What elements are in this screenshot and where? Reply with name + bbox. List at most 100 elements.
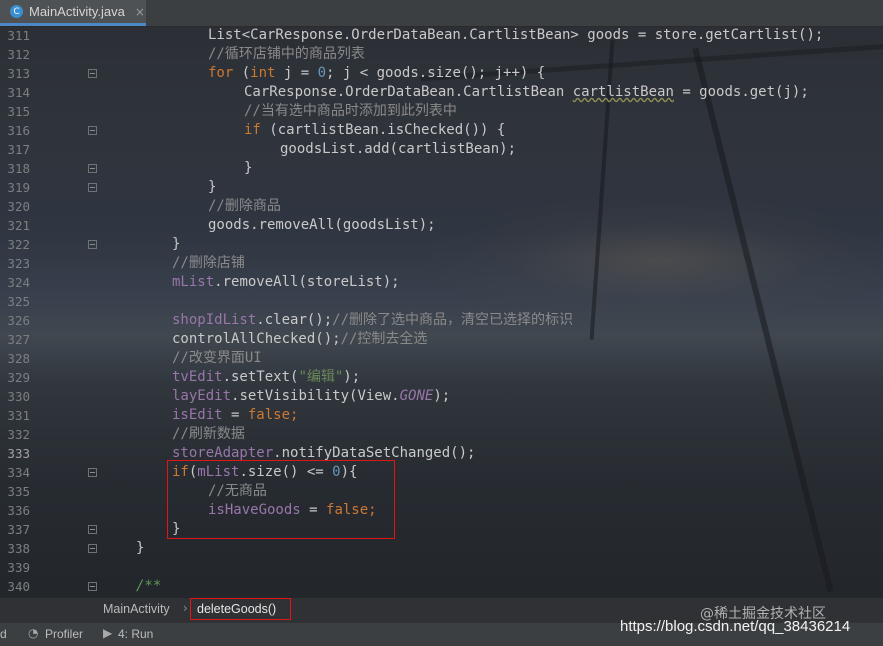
line-number: 322 <box>7 237 30 252</box>
code-line-327: controlAllChecked();//控制去全选 <box>172 330 427 349</box>
line-number: 329 <box>7 370 30 385</box>
line-number: 327 <box>7 332 30 347</box>
number-literal: 0 <box>317 65 327 81</box>
code-text: controlAllChecked(); <box>172 331 341 347</box>
code-line-326: shopIdList.clear();//删除了选中商品，清空已选择的标识 <box>172 311 573 330</box>
code-text: ; j < goods.size(); j++) { <box>326 65 546 81</box>
fold-marker-icon[interactable] <box>88 544 97 553</box>
line-number: 314 <box>7 85 30 100</box>
code-line-329: tvEdit.setText("编辑"); <box>172 368 360 387</box>
comment: //删除了选中商品，清空已选择的标识 <box>332 312 574 328</box>
comment: //控制去全选 <box>340 331 428 347</box>
code-line-312: //循环店铺中的商品列表 <box>208 46 365 62</box>
line-number: 326 <box>7 313 30 328</box>
code-text: j = <box>275 65 318 81</box>
line-number: 317 <box>7 142 30 157</box>
field-name: mList <box>172 274 215 290</box>
line-number: 331 <box>7 408 30 423</box>
line-number: 323 <box>7 256 30 271</box>
keyword: for <box>208 65 234 81</box>
breadcrumb-method[interactable]: deleteGoods() <box>190 598 291 620</box>
code-text: .setVisibility(View. <box>231 388 400 404</box>
fold-marker-icon[interactable] <box>88 525 97 534</box>
line-number: 338 <box>7 541 30 556</box>
code-text: .setText( <box>222 369 299 385</box>
line-number: 339 <box>7 560 30 575</box>
profiler-icon: ◔ <box>28 626 39 640</box>
line-number: 328 <box>7 351 30 366</box>
line-number: 337 <box>7 522 30 537</box>
code-line-328: //改变界面UI <box>172 350 262 366</box>
code-text: CarResponse.OrderDataBean.CartlistBean <box>244 84 573 100</box>
fold-marker-icon[interactable] <box>88 240 97 249</box>
close-icon[interactable]: × <box>135 5 145 19</box>
run-icon: ▶ <box>103 626 113 640</box>
line-number: 318 <box>7 161 30 176</box>
punctuation: ; <box>290 407 299 423</box>
code-line-323: //删除店铺 <box>172 255 245 271</box>
fold-marker-icon[interactable] <box>88 582 97 591</box>
code-text: = goods.get(j); <box>673 84 809 100</box>
highlight-box-if-block <box>167 460 395 539</box>
keyword: if <box>244 122 261 138</box>
profiler-button[interactable]: Profiler <box>45 627 83 641</box>
field-name: isEdit <box>172 407 223 423</box>
code-text: = <box>222 407 248 423</box>
tab-label: MainActivity.java <box>29 4 125 19</box>
line-number: 335 <box>7 484 30 499</box>
line-number: 316 <box>7 123 30 138</box>
line-number: 332 <box>7 427 30 442</box>
code-text: List<CarResponse.OrderDataBean.CartlistB… <box>208 27 824 43</box>
line-number: 340 <box>7 579 30 594</box>
code-text: ( <box>233 65 251 81</box>
java-class-icon: C <box>10 5 23 18</box>
code-line-314: CarResponse.OrderDataBean.CartlistBean c… <box>244 83 809 102</box>
code-line-316: if (cartlistBean.isChecked()) { <box>244 121 505 140</box>
code-line-320: //删除商品 <box>208 198 281 214</box>
code-line-321: goods.removeAll(goodsList); <box>208 217 436 233</box>
fold-marker-icon[interactable] <box>88 126 97 135</box>
code-line-311: List<CarResponse.OrderDataBean.CartlistB… <box>208 26 823 45</box>
code-text: cartlistBean <box>572 84 674 100</box>
code-line-315: //当有选中商品时添加到此列表中 <box>244 103 457 119</box>
code-text: .notifyDataSetChanged(); <box>273 445 476 461</box>
code-line-322: } <box>172 236 181 252</box>
line-number: 330 <box>7 389 30 404</box>
tool-window-button-truncated[interactable]: d <box>0 627 7 641</box>
keyword: false <box>247 407 291 423</box>
code-line-318: } <box>244 160 253 176</box>
field-name: layEdit <box>172 388 232 404</box>
line-number: 324 <box>7 275 30 290</box>
code-line-340: /** <box>136 578 162 594</box>
code-line-313: for (int j = 0; j < goods.size(); j++) { <box>208 64 545 83</box>
fold-marker-icon[interactable] <box>88 164 97 173</box>
code-text: (cartlistBean.isChecked()) { <box>260 122 506 138</box>
code-line-332: //刷新数据 <box>172 426 245 442</box>
line-number: 320 <box>7 199 30 214</box>
csdn-watermark: https://blog.csdn.net/qq_38436214 <box>620 618 851 635</box>
line-number: 334 <box>7 465 30 480</box>
field-name: tvEdit <box>172 369 223 385</box>
line-number: 336 <box>7 503 30 518</box>
string-literal: "编辑" <box>298 369 344 385</box>
current-line-number: 333 <box>7 446 30 461</box>
line-number: 315 <box>7 104 30 119</box>
breadcrumb-class[interactable]: MainActivity <box>103 602 170 616</box>
tab-mainactivity-java[interactable]: C MainActivity.java × <box>0 0 146 26</box>
field-name: storeAdapter <box>172 445 274 461</box>
code-line-330: layEdit.setVisibility(View.GONE); <box>172 387 450 406</box>
code-line-317: goodsList.add(cartlistBean); <box>280 141 517 157</box>
line-number: 311 <box>7 28 30 43</box>
code-text: .clear(); <box>256 312 333 328</box>
fold-marker-icon[interactable] <box>88 69 97 78</box>
editor-tab-bar: C MainActivity.java × <box>0 0 883 27</box>
run-button[interactable]: 4: Run <box>118 627 153 641</box>
fold-marker-icon[interactable] <box>88 183 97 192</box>
line-number-gutter[interactable]: 311 312 313 314 315 316 317 318 319 320 … <box>0 26 97 598</box>
line-number: 312 <box>7 47 30 62</box>
code-line-324: mList.removeAll(storeList); <box>172 273 400 292</box>
code-text: .removeAll(storeList); <box>214 274 400 290</box>
chevron-right-icon: › <box>183 601 188 615</box>
fold-marker-icon[interactable] <box>88 468 97 477</box>
line-number: 313 <box>7 66 30 81</box>
